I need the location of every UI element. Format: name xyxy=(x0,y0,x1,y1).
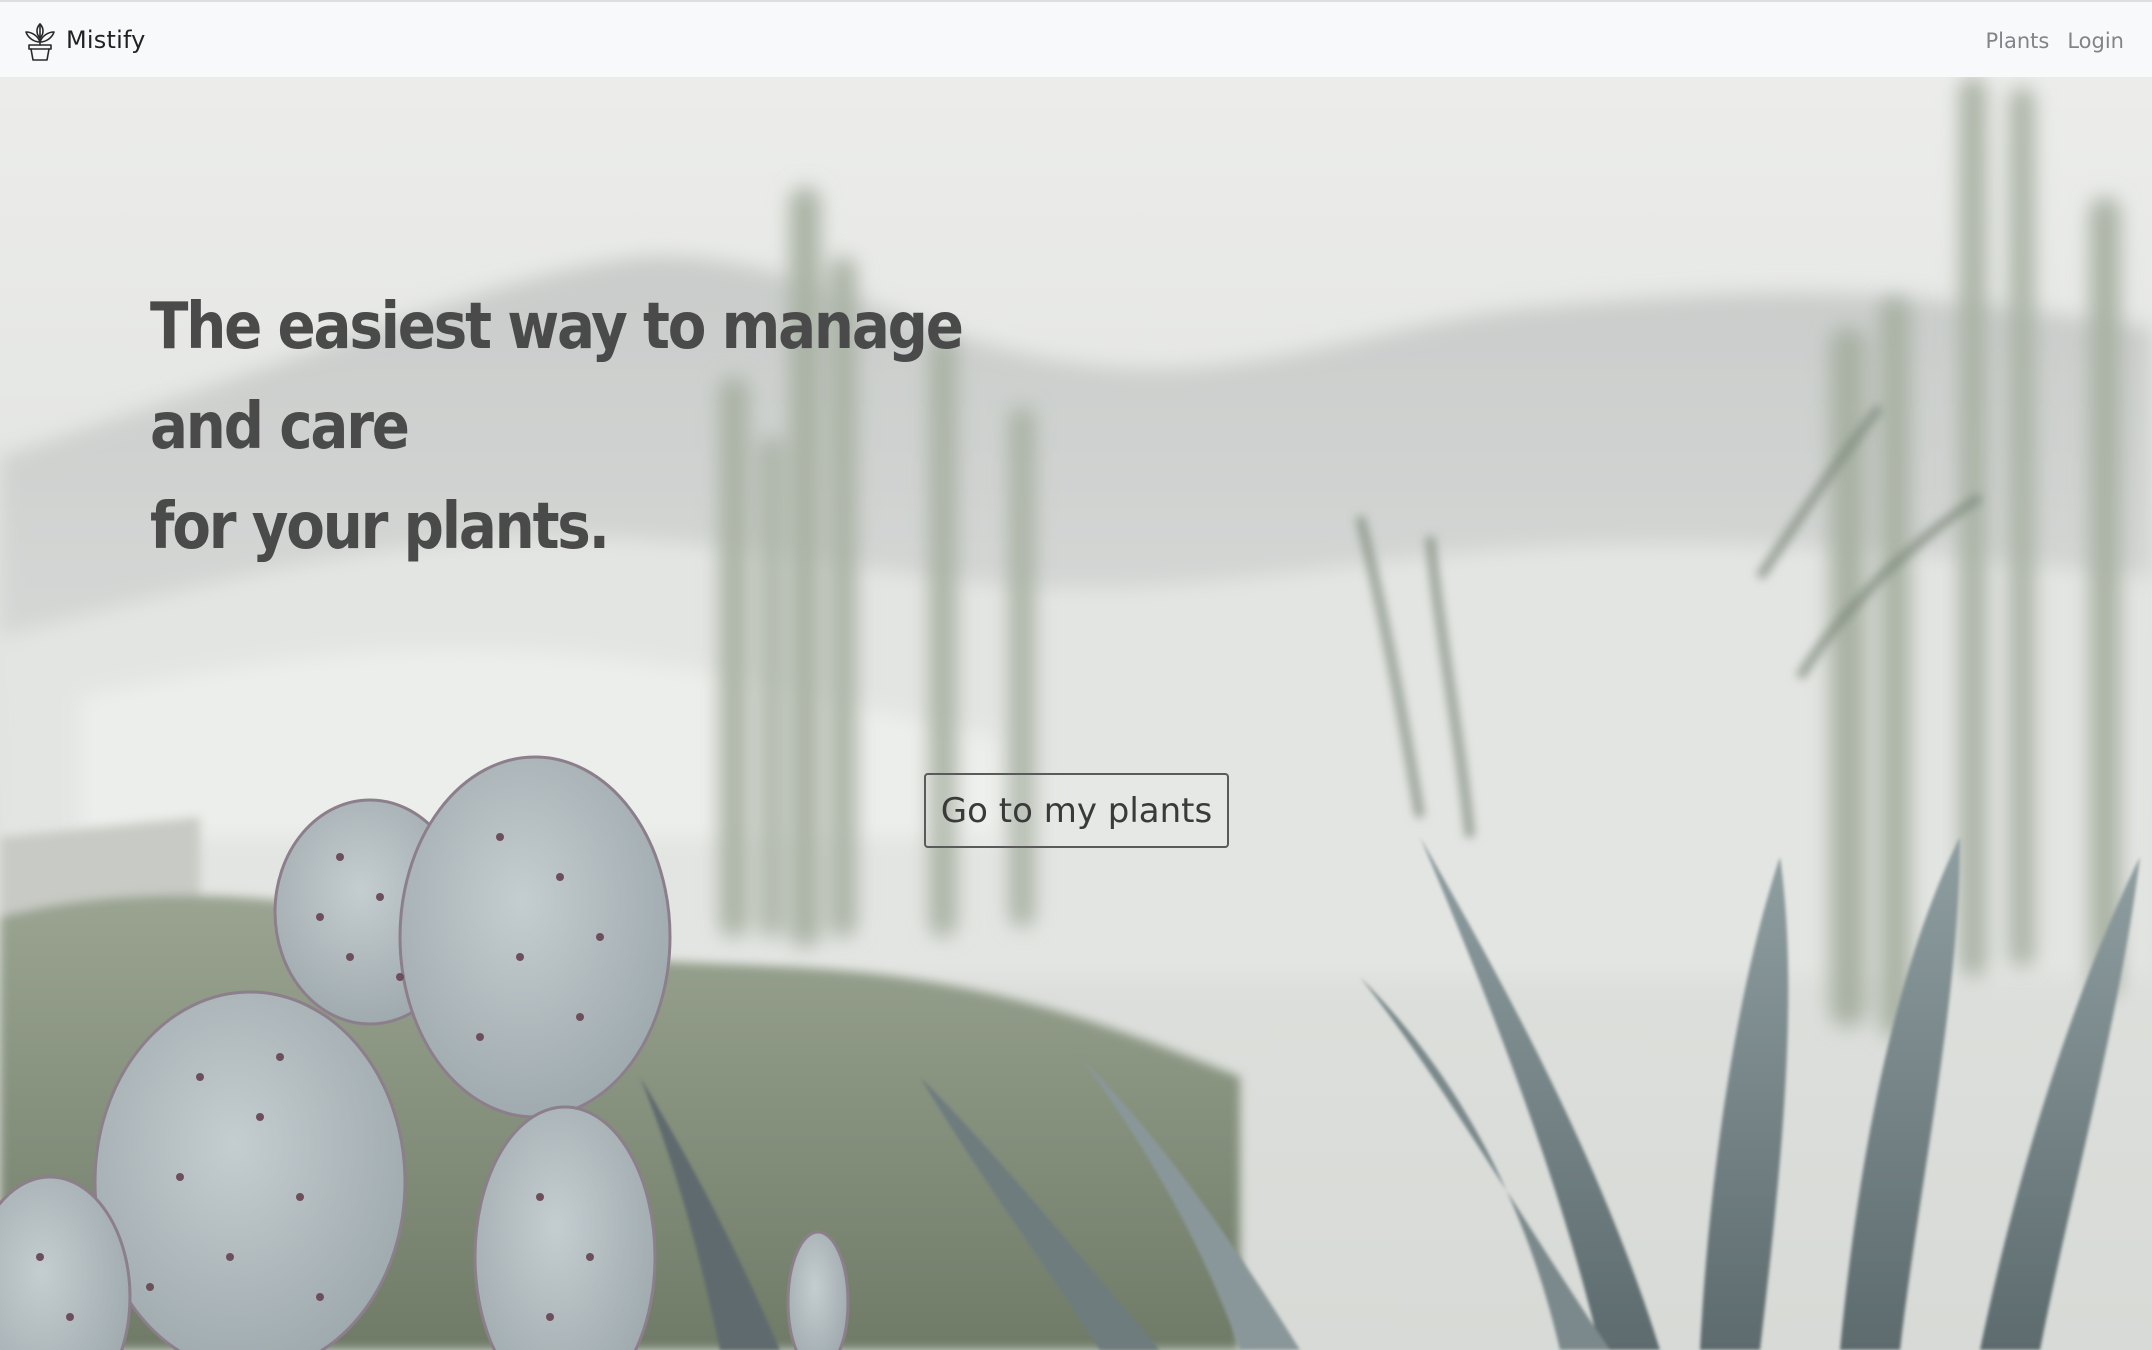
brand-name: Mistify xyxy=(66,26,146,54)
go-to-my-plants-button[interactable]: Go to my plants xyxy=(924,773,1229,848)
potted-plant-icon xyxy=(25,23,55,61)
hero-background-image xyxy=(0,77,2152,1350)
nav-link-login[interactable]: Login xyxy=(2067,29,2124,53)
hero-section: The easiest way to manage and care for y… xyxy=(0,77,2152,1350)
nav-link-plants[interactable]: Plants xyxy=(1985,29,2049,53)
hero-headline: The easiest way to manage and care for y… xyxy=(150,290,964,564)
top-navbar: Mistify Plants Login xyxy=(0,0,2152,77)
nav-links: Plants Login xyxy=(1985,2,2124,79)
brand-logo-link[interactable]: Mistify xyxy=(22,18,146,62)
